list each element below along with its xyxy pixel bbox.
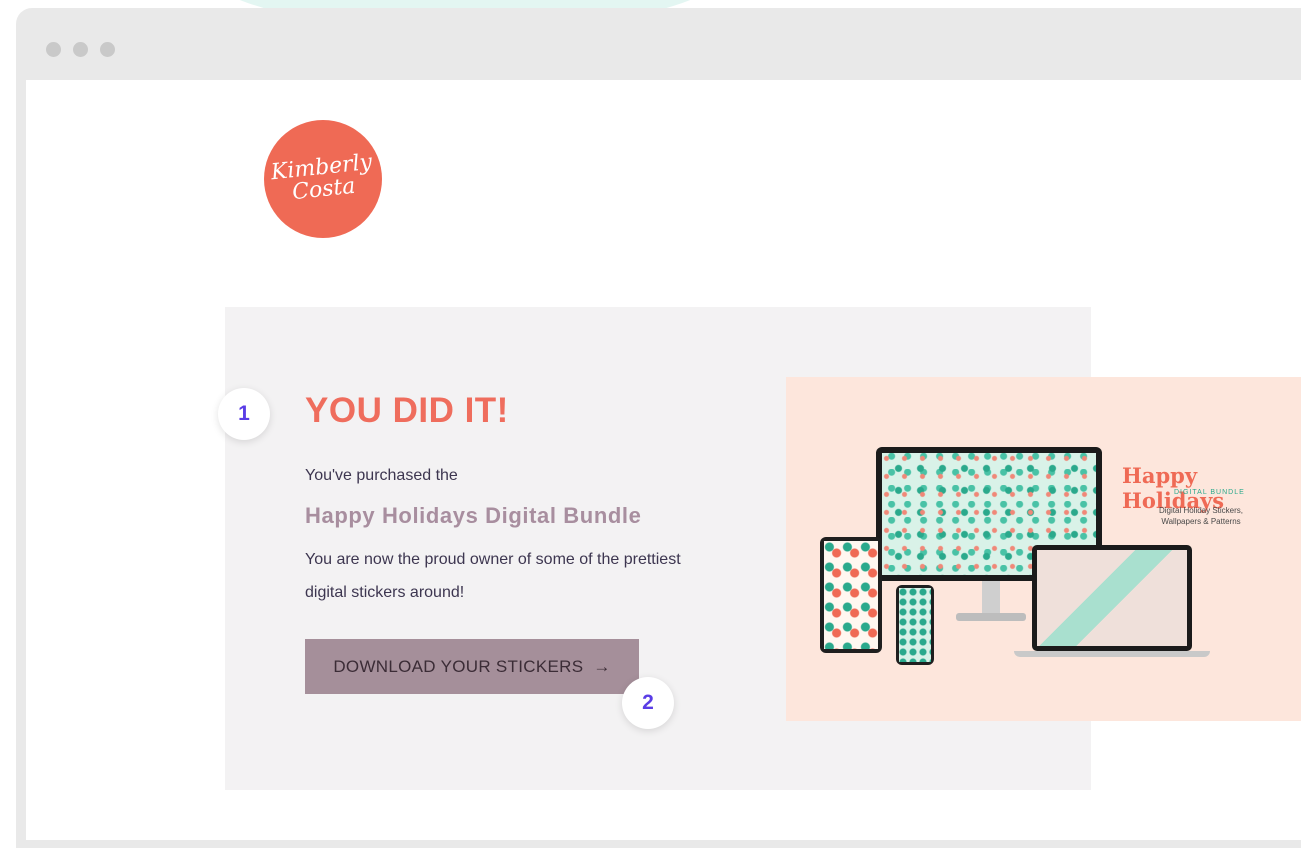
arrow-right-icon: → bbox=[593, 656, 611, 676]
laptop-base bbox=[1014, 651, 1210, 657]
laptop-mockup bbox=[1032, 545, 1192, 651]
hero-subtitle: DIGITAL BUNDLE bbox=[1174, 489, 1245, 496]
monitor-stand bbox=[982, 581, 1000, 615]
product-name: Happy Holidays Digital Bundle bbox=[305, 503, 642, 528]
step-badge-2: 2 bbox=[622, 677, 674, 729]
window-dot bbox=[73, 42, 88, 57]
window-dot bbox=[46, 42, 61, 57]
intro-text: You've purchased the bbox=[305, 467, 458, 484]
product-hero-image: Happy Holidays DIGITAL BUNDLE Digital Ho… bbox=[786, 377, 1301, 721]
phone-mockup bbox=[896, 585, 934, 665]
monitor-base bbox=[956, 613, 1026, 621]
description-text: You are now the proud owner of some of t… bbox=[305, 551, 681, 601]
tablet-screen bbox=[824, 541, 878, 649]
laptop-screen bbox=[1037, 550, 1187, 646]
window-dot bbox=[100, 42, 115, 57]
tablet-mockup bbox=[820, 537, 882, 653]
download-stickers-button[interactable]: DOWNLOAD YOUR STICKERS → bbox=[305, 639, 639, 694]
window-titlebar bbox=[16, 8, 1301, 80]
step-badge-1: 1 bbox=[218, 388, 270, 440]
download-button-label: DOWNLOAD YOUR STICKERS bbox=[333, 656, 584, 676]
hero-description: Digital Holiday Stickers, Wallpapers & P… bbox=[1158, 506, 1244, 526]
email-page: Kimberly Costa YOU DID IT! You've purcha… bbox=[26, 80, 1301, 840]
brand-logo-text: Kimberly Costa bbox=[270, 150, 375, 206]
brand-logo: Kimberly Costa bbox=[264, 120, 382, 238]
headline: YOU DID IT! bbox=[305, 391, 509, 430]
phone-screen bbox=[899, 588, 931, 662]
